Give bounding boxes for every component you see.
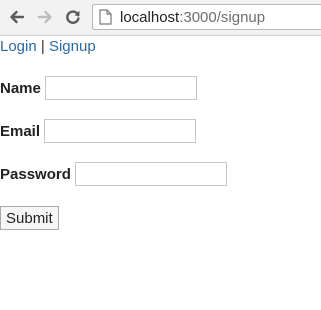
nav-separator: |	[40, 38, 45, 55]
email-input[interactable]	[44, 119, 197, 143]
password-input[interactable]	[74, 162, 227, 186]
address-bar[interactable]: localhost:3000/signup	[92, 4, 321, 30]
arrow-left-icon	[10, 10, 25, 24]
auth-nav: Login | Signup	[0, 38, 96, 55]
back-button[interactable]	[6, 6, 28, 28]
forward-button[interactable]	[34, 6, 56, 28]
name-input[interactable]	[44, 76, 197, 100]
reload-button[interactable]	[62, 6, 84, 28]
browser-toolbar: localhost:3000/signup	[0, 0, 321, 36]
email-label: Email	[0, 122, 41, 140]
email-row: Email	[0, 119, 197, 143]
submit-button[interactable]: Submit	[0, 206, 59, 230]
address-bar-url: localhost:3000/signup	[120, 9, 265, 26]
signup-link[interactable]: Signup	[49, 38, 96, 55]
url-host: localhost	[120, 8, 180, 26]
url-path: :3000/signup	[179, 8, 266, 26]
reload-icon	[66, 10, 80, 24]
document-icon	[99, 9, 112, 25]
arrow-right-icon	[37, 10, 52, 24]
login-link[interactable]: Login	[0, 38, 37, 55]
password-row: Password	[0, 162, 227, 186]
name-label: Name	[0, 79, 41, 97]
password-label: Password	[0, 165, 71, 183]
name-row: Name	[0, 76, 197, 100]
